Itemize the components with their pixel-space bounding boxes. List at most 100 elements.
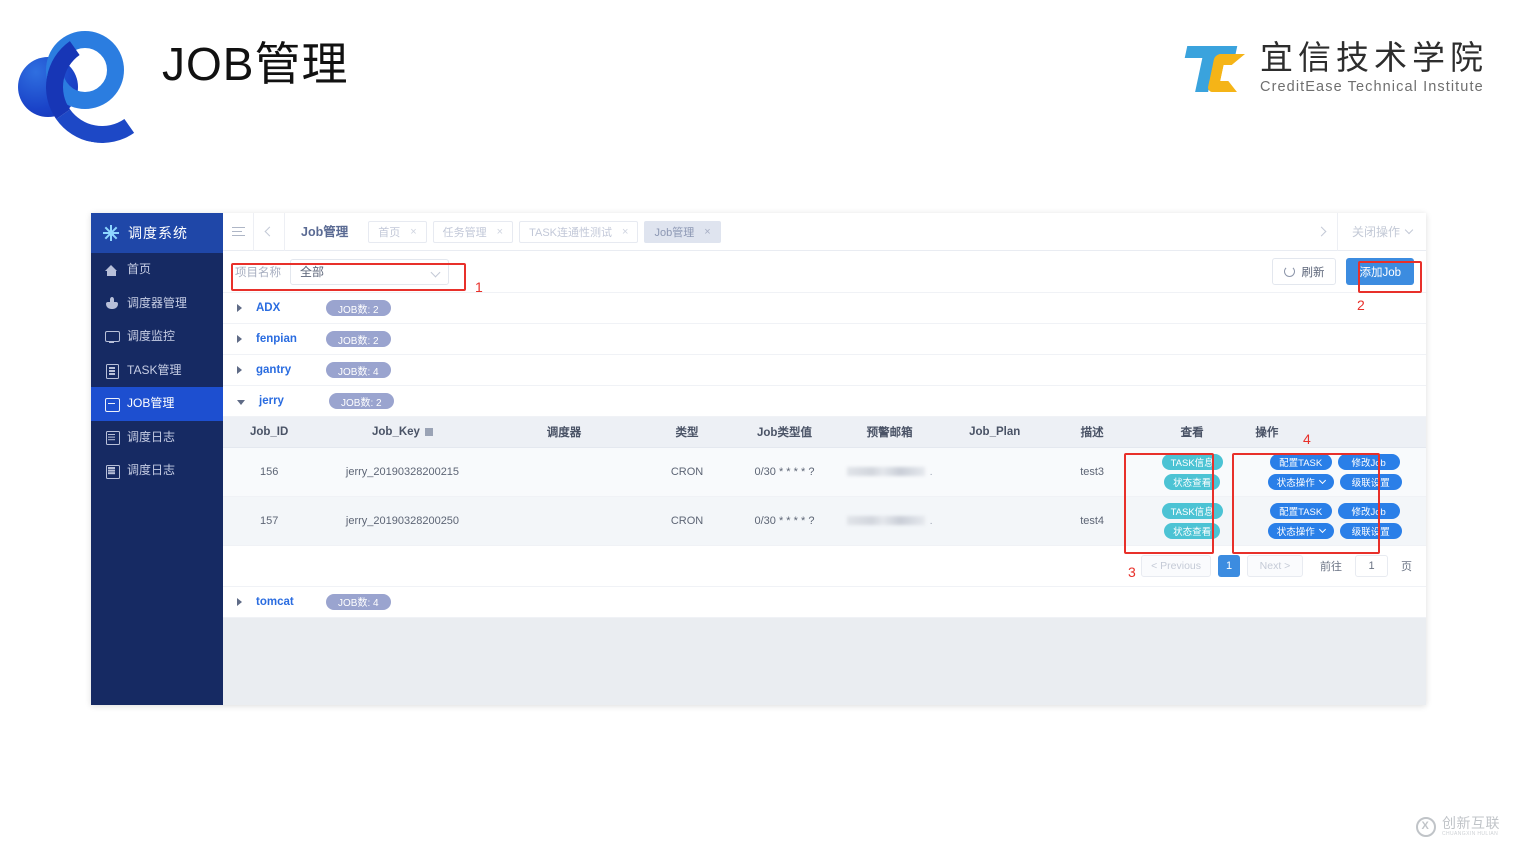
- cell-view-actions: TASK信息 状态查看: [1140, 447, 1244, 497]
- logo-ring-circle: [46, 31, 124, 109]
- col-job-key[interactable]: Job_Key: [315, 417, 490, 448]
- overlapping-circles-logo: [10, 25, 130, 117]
- sidebar-item-label: JOB管理: [127, 396, 175, 411]
- tabs-scroll-left-button[interactable]: [254, 213, 284, 251]
- close-icon[interactable]: ×: [704, 226, 710, 238]
- sidebar-item-home[interactable]: 首页: [91, 253, 223, 287]
- chevron-down-icon: [430, 267, 441, 277]
- redacted-email: [846, 516, 925, 526]
- sidebar-item-label: 调度监控: [127, 329, 176, 344]
- close-icon[interactable]: ×: [497, 226, 503, 238]
- chevron-right-icon: [1317, 226, 1327, 237]
- status-view-button[interactable]: 状态查看: [1164, 473, 1221, 490]
- refresh-button[interactable]: 刷新: [1272, 258, 1337, 285]
- scheduler-icon: [105, 296, 118, 310]
- col-job-key-label: Job_Key: [372, 425, 420, 438]
- tab-job-manage[interactable]: Job管理 ×: [644, 220, 721, 243]
- sun-burst-icon: [103, 225, 119, 241]
- status-operation-dropdown[interactable]: 状态操作: [1267, 473, 1334, 490]
- expand-triangle-icon[interactable]: [237, 304, 242, 312]
- filter-bar: 项目名称 全部 刷新 添加Job: [223, 251, 1426, 293]
- cell-type: CRON: [638, 496, 736, 546]
- group-name: jerry: [259, 395, 284, 407]
- cascade-settings-button[interactable]: 级联设置: [1339, 473, 1402, 490]
- col-type-value: Job类型值: [735, 417, 834, 448]
- task-info-button[interactable]: TASK信息: [1161, 502, 1223, 519]
- job-grid-icon: [105, 397, 120, 412]
- page-unit-label: 页: [1401, 560, 1412, 573]
- collapse-triangle-icon[interactable]: [237, 399, 245, 405]
- cascade-settings-button[interactable]: 级联设置: [1339, 522, 1402, 539]
- add-job-button[interactable]: 添加Job: [1346, 258, 1414, 285]
- pagination: < Previous 1 Next > 前往 1 页: [223, 545, 1426, 587]
- job-list-region: ADX JOB数: 2 fenpian JOB数: 2 gantry JOB数:…: [223, 293, 1426, 618]
- app-window: 调度系统 首页 调度器管理 调度监控 TASK管理 JOB管理 调度日志 调度日…: [91, 212, 1426, 705]
- sidebar-brand-label: 调度系统: [128, 225, 188, 241]
- redacted-email: [846, 467, 925, 477]
- chevron-left-icon: [264, 226, 274, 237]
- tabs-scroll-right-button[interactable]: [1307, 213, 1337, 251]
- group-row-tomcat[interactable]: tomcat JOB数: 4: [223, 586, 1426, 618]
- sidebar-item-job-manage[interactable]: JOB管理: [91, 387, 223, 421]
- group-row-gantry[interactable]: gantry JOB数: 4: [223, 355, 1426, 386]
- col-type: 类型: [638, 417, 736, 448]
- config-task-button[interactable]: 配置TASK: [1269, 502, 1332, 519]
- cell-alert-email: .: [833, 496, 946, 546]
- expand-triangle-icon[interactable]: [237, 335, 242, 343]
- goto-page-input[interactable]: 1: [1355, 554, 1388, 577]
- corp-brand: 宜信技术学院 CreditEase Technical Institute: [1184, 32, 1488, 104]
- group-row-jerry[interactable]: jerry JOB数: 2: [223, 386, 1426, 417]
- tabbar-right: 关闭操作: [1307, 212, 1426, 251]
- close-operations-dropdown[interactable]: 关闭操作: [1338, 213, 1426, 251]
- project-name-select[interactable]: 全部: [290, 258, 449, 285]
- col-view: 查看: [1140, 417, 1244, 448]
- close-operations-label: 关闭操作: [1351, 225, 1400, 239]
- task-info-button[interactable]: TASK信息: [1161, 453, 1223, 470]
- close-icon[interactable]: ×: [622, 226, 628, 238]
- col-action: 操作: [1243, 417, 1426, 448]
- sidebar-item-scheduler-log-1[interactable]: 调度日志: [91, 421, 223, 455]
- edit-job-button[interactable]: 修改Job: [1337, 453, 1400, 470]
- sidebar-item-scheduler-log-2[interactable]: 调度日志: [91, 454, 223, 488]
- expand-triangle-icon[interactable]: [237, 366, 242, 374]
- cell-job-id: 157: [223, 496, 316, 546]
- table-header-row: Job_ID Job_Key 调度器 类型 Job类型值 预警邮箱 Job_Pl…: [223, 417, 1426, 448]
- edit-job-button[interactable]: 修改Job: [1337, 502, 1400, 519]
- tab-label: 首页: [378, 226, 401, 239]
- group-name: ADX: [256, 302, 281, 314]
- table-row: 157 jerry_20190328200250 CRON 0/30 * * *…: [223, 496, 1426, 546]
- expand-triangle-icon[interactable]: [237, 597, 242, 606]
- cell-job-key: jerry_20190328200250: [315, 496, 490, 546]
- group-row-fenpian[interactable]: fenpian JOB数: 2: [223, 324, 1426, 355]
- tc-monogram-logo: [1184, 40, 1246, 96]
- cell-job-plan: [946, 447, 1044, 497]
- tab-home[interactable]: 首页 ×: [368, 220, 427, 243]
- job-count-badge: JOB数: 2: [329, 393, 394, 409]
- sidebar-item-scheduler-monitor[interactable]: 调度监控: [91, 320, 223, 354]
- annotation-number-2: 2: [1357, 297, 1365, 313]
- config-task-button[interactable]: 配置TASK: [1269, 453, 1332, 470]
- sidebar-item-scheduler-manage[interactable]: 调度器管理: [91, 287, 223, 321]
- group-row-adx[interactable]: ADX JOB数: 2: [223, 293, 1426, 324]
- menu-toggle-button[interactable]: [223, 213, 253, 251]
- corp-name-cn: 宜信技术学院: [1260, 39, 1488, 76]
- tab-label: TASK连通性测试: [529, 226, 613, 239]
- group-name: fenpian: [256, 333, 297, 345]
- close-icon[interactable]: ×: [410, 226, 416, 238]
- document-icon: [105, 363, 119, 379]
- page-number-1[interactable]: 1: [1218, 554, 1240, 577]
- previous-page-button[interactable]: < Previous: [1141, 554, 1211, 577]
- status-view-button[interactable]: 状态查看: [1164, 522, 1221, 539]
- tab-label: 任务管理: [442, 226, 487, 239]
- monitor-icon: [105, 330, 120, 343]
- sidebar-item-task-manage[interactable]: TASK管理: [91, 354, 223, 388]
- tab-task-manage[interactable]: 任务管理 ×: [432, 220, 514, 243]
- filter-icon[interactable]: [424, 427, 433, 436]
- next-page-button[interactable]: Next >: [1247, 554, 1303, 577]
- project-name-value: 全部: [300, 265, 325, 279]
- sidebar: 调度系统 首页 调度器管理 调度监控 TASK管理 JOB管理 调度日志 调度日…: [91, 213, 223, 705]
- hamburger-icon: [231, 224, 245, 239]
- status-operation-dropdown[interactable]: 状态操作: [1267, 522, 1334, 539]
- tc-logo-c-shape: [1206, 54, 1246, 92]
- tab-task-connectivity-test[interactable]: TASK连通性测试 ×: [519, 220, 639, 243]
